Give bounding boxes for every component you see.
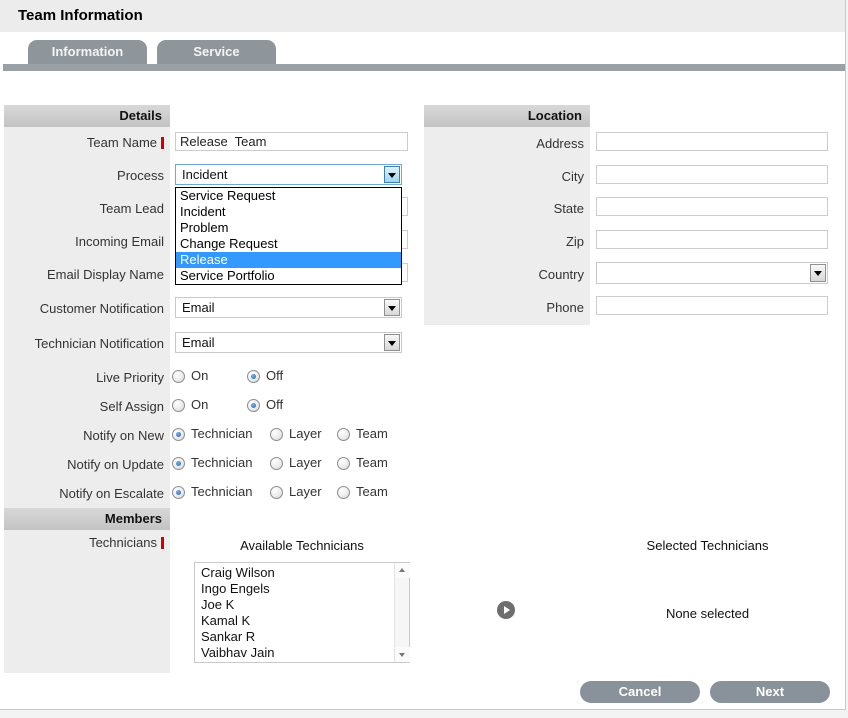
technician-list-item[interactable]: Vaibhav Jain [195,645,409,661]
process-select[interactable]: Incident [175,164,402,185]
notify-escalate-team-option[interactable]: Team [337,485,388,499]
technician-notification-select[interactable]: Email [175,332,402,353]
country-label: Country [424,267,584,283]
selected-technicians-empty-text: None selected [600,606,815,621]
notify-on-update-label: Notify on Update [4,457,164,473]
technicians-label: Technicians [4,535,164,551]
scroll-down-icon[interactable] [395,647,410,662]
tab-information[interactable]: Information [28,40,147,64]
location-label-column [424,127,590,325]
address-label: Address [424,136,584,152]
address-input[interactable] [596,132,828,151]
country-select[interactable] [596,262,828,284]
chevron-down-icon[interactable] [810,264,826,282]
email-display-name-label: Email Display Name [4,267,164,283]
members-section-header: Members [4,508,170,530]
chevron-down-icon[interactable] [384,166,400,183]
phone-input[interactable] [596,296,828,315]
process-dropdown-list: Service Request Incident Problem Change … [175,187,402,285]
tab-service[interactable]: Service [157,40,276,64]
notify-on-escalate-label: Notify on Escalate [4,486,164,502]
process-option-highlighted[interactable]: Release [176,252,401,268]
radio-selected-icon[interactable] [172,428,185,441]
live-priority-off-option[interactable]: Off [247,369,283,383]
radio-icon[interactable] [172,399,185,412]
notify-on-new-label: Notify on New [4,428,164,444]
chevron-down-icon[interactable] [384,334,400,351]
notify-escalate-layer-option[interactable]: Layer [270,485,322,499]
notify-update-technician-option[interactable]: Technician [172,456,252,470]
radio-selected-icon[interactable] [247,370,260,383]
customer-notification-label: Customer Notification [4,301,164,317]
team-lead-label: Team Lead [4,201,164,217]
required-marker [161,537,164,549]
zip-input[interactable] [596,230,828,249]
page-header: Team Information [0,0,845,32]
radio-selected-icon[interactable] [172,486,185,499]
radio-icon[interactable] [337,457,350,470]
city-label: City [424,169,584,185]
cancel-button[interactable]: Cancel [580,681,700,703]
move-right-button[interactable] [497,601,515,619]
details-section-header: Details [4,105,170,127]
required-marker [161,137,164,149]
available-technicians-listbox[interactable]: Craig Wilson Ingo Engels Joe K Kamal K S… [194,562,410,663]
location-section-header: Location [424,105,590,127]
radio-icon[interactable] [337,486,350,499]
next-button[interactable]: Next [710,681,830,703]
available-technicians-title: Available Technicians [194,538,410,553]
radio-selected-icon[interactable] [172,457,185,470]
technician-list-item[interactable]: Sankar R [195,629,409,645]
listbox-scrollbar[interactable] [394,563,409,662]
radio-icon[interactable] [270,428,283,441]
incoming-email-label: Incoming Email [4,234,164,250]
notify-new-team-option[interactable]: Team [337,427,388,441]
technician-notification-label: Technician Notification [4,336,164,352]
city-input[interactable] [596,165,828,184]
self-assign-label: Self Assign [4,399,164,415]
team-name-label: Team Name [4,135,164,151]
phone-label: Phone [424,300,584,316]
notify-new-technician-option[interactable]: Technician [172,427,252,441]
process-option[interactable]: Problem [176,220,401,236]
self-assign-on-option[interactable]: On [172,398,208,412]
notify-new-layer-option[interactable]: Layer [270,427,322,441]
radio-icon[interactable] [270,457,283,470]
notify-update-team-option[interactable]: Team [337,456,388,470]
customer-notification-select[interactable]: Email [175,297,402,318]
team-name-input[interactable] [175,132,408,151]
process-label: Process [4,168,164,184]
page-title: Team Information [18,7,143,24]
live-priority-label: Live Priority [4,370,164,386]
radio-icon[interactable] [337,428,350,441]
notify-update-layer-option[interactable]: Layer [270,456,322,470]
chevron-down-icon[interactable] [384,299,400,316]
state-label: State [424,201,584,217]
scroll-up-icon[interactable] [395,563,410,578]
technician-list-item[interactable]: Craig Wilson [195,565,409,581]
technician-list-item[interactable]: Ingo Engels [195,581,409,597]
technician-list-item[interactable]: Kamal K [195,613,409,629]
live-priority-on-option[interactable]: On [172,369,208,383]
process-option[interactable]: Incident [176,204,401,220]
zip-label: Zip [424,234,584,250]
state-input[interactable] [596,197,828,216]
notify-escalate-technician-option[interactable]: Technician [172,485,252,499]
technician-list-item[interactable]: Joe K [195,597,409,613]
customer-notification-value: Email [182,298,215,317]
tab-bar-divider [3,64,845,71]
radio-icon[interactable] [172,370,185,383]
self-assign-off-option[interactable]: Off [247,398,283,412]
process-option[interactable]: Service Request [176,188,401,204]
technician-notification-value: Email [182,333,215,352]
process-option[interactable]: Change Request [176,236,401,252]
process-option[interactable]: Service Portfolio [176,268,401,284]
radio-icon[interactable] [270,486,283,499]
selected-technicians-title: Selected Technicians [600,538,815,553]
process-selected-value: Incident [182,165,228,184]
team-information-window: Team Information Information Service Det… [0,0,846,710]
radio-selected-icon[interactable] [247,399,260,412]
